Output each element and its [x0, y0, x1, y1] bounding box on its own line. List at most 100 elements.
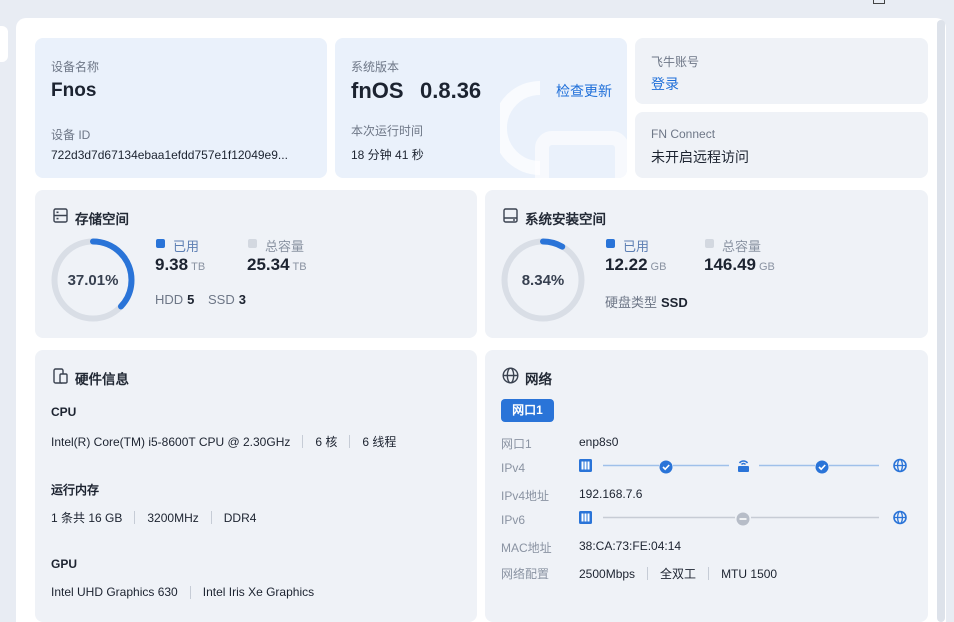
window-control-icon[interactable] [873, 0, 885, 4]
storage-total-unit: TB [292, 261, 307, 273]
uptime-value: 18 分钟 41 秒 [351, 148, 424, 162]
storage-used-unit: TB [191, 261, 206, 273]
device-card: 设备名称 Fnos 设备 ID 722d3d7d67134ebaa1efdd75… [35, 38, 327, 178]
overview-panel: 设备名称 Fnos 设备 ID 722d3d7d67134ebaa1efdd75… [16, 18, 946, 622]
divider [189, 585, 191, 599]
storage-total-value: 25.34 [247, 255, 290, 274]
os-name: fnOS [351, 78, 404, 103]
system-space-used: 12.22 GB [605, 255, 666, 275]
system-space-title: 系统安装空间 [525, 212, 606, 227]
used-legend-dot [156, 239, 165, 248]
account-card: 飞牛账号 登录 [635, 38, 928, 104]
total-legend-dot [705, 239, 714, 248]
account-label: 飞牛账号 [651, 55, 700, 69]
device-id-label: 设备 ID [51, 128, 91, 142]
divider [708, 567, 710, 580]
divider [647, 567, 649, 580]
memory-type: DDR4 [223, 510, 257, 525]
globe-icon [502, 367, 519, 384]
check-update-link[interactable]: 检查更新 [556, 81, 612, 101]
gpu-2: Intel Iris Xe Graphics [202, 585, 315, 599]
ipv6-label: IPv6 [501, 513, 526, 527]
system-space-percent: 8.34% [521, 272, 565, 289]
storage-used-value: 9.38 [155, 255, 189, 274]
system-space-total-unit: GB [759, 261, 775, 273]
fn-connect-label: FN Connect [651, 127, 716, 141]
divider [302, 435, 304, 448]
divider [210, 511, 212, 524]
check-icon [659, 460, 673, 474]
storage-card[interactable]: 存储空间 37.01% 已用 9.38 TB 总容量 25.34 TB HDD 5 S… [35, 190, 477, 338]
login-link[interactable]: 登录 [651, 74, 679, 94]
cpu-cores: 6 核 [315, 435, 338, 449]
disk-type-label: 硬盘类型 [605, 295, 658, 310]
hdd-count: HDD 5 [155, 292, 194, 307]
internet-globe-icon [893, 510, 907, 525]
used-legend-label: 已用 [173, 239, 200, 254]
hdd-label: HDD [155, 292, 184, 307]
storage-percent: 37.01% [67, 272, 119, 289]
used-legend-dot [606, 239, 615, 248]
memory-size: 1 条共 16 GB [51, 511, 123, 525]
mac-label: MAC地址 [501, 541, 552, 555]
cpu-threads: 6 线程 [362, 435, 397, 449]
divider [134, 511, 136, 524]
storage-icon [53, 208, 68, 223]
mac-address: 38:CA:73:FE:04:14 [579, 539, 682, 553]
ipv4-address: 192.168.7.6 [579, 487, 643, 501]
memory-label: 运行内存 [51, 483, 100, 497]
tab-port-1[interactable]: 网口1 [501, 399, 554, 422]
mtu: MTU 1500 [721, 566, 778, 581]
fn-connect-status: 未开启远程访问 [651, 149, 749, 165]
cpu-model: Intel(R) Core(TM) i5-8600T CPU @ 2.30GHz [51, 434, 291, 449]
hard-drive-icon [503, 208, 518, 223]
used-legend-label: 已用 [623, 239, 650, 254]
system-space-card[interactable]: 系统安装空间 8.34% 已用 12.22 GB 总容量 146.49 GB 硬盘类… [485, 190, 928, 338]
total-legend-label: 总容量 [265, 239, 305, 254]
port-label: 网口1 [501, 437, 532, 451]
device-id: 722d3d7d67134ebaa1efdd757e1f12049e9... [51, 148, 288, 162]
divider [349, 435, 351, 448]
storage-used: 9.38 TB [155, 255, 205, 275]
router-icon [738, 460, 749, 472]
gpu-label: GPU [51, 557, 78, 571]
cpu-info: Intel(R) Core(TM) i5-8600T CPU @ 2.30GHz… [51, 433, 396, 450]
sidebar-edge [0, 26, 8, 62]
gpu-1: Intel UHD Graphics 630 [51, 585, 178, 599]
network-config: 2500Mbps 全双工 MTU 1500 [579, 565, 777, 582]
ipv4-label: IPv4 [501, 461, 526, 475]
memory-info: 1 条共 16 GB 3200MHz DDR4 [51, 509, 256, 526]
ssd-count: SSD 3 [208, 292, 246, 307]
fn-connect-card: FN Connect 未开启远程访问 [635, 112, 928, 178]
hardware-card[interactable]: 硬件信息 CPU Intel(R) Core(TM) i5-8600T CPU … [35, 350, 477, 622]
ssd-label: SSD [208, 292, 235, 307]
system-version-card: 系统版本 fnOS 0.8.36 检查更新 本次运行时间 18 分钟 41 秒 [335, 38, 627, 178]
duplex-mode: 全双工 [660, 567, 697, 581]
ipv4-connection-diagram [579, 458, 907, 474]
storage-title: 存储空间 [75, 212, 129, 227]
system-space-used-value: 12.22 [605, 255, 648, 274]
device-name-label: 设备名称 [51, 60, 100, 74]
network-config-label: 网络配置 [501, 567, 550, 581]
system-version-label: 系统版本 [351, 60, 400, 74]
network-card[interactable]: 网络 网口1 网口1 enp8s0 IPv4 IPv4地址 192.168.7.… [485, 350, 928, 622]
total-legend-dot [248, 239, 257, 248]
ipv4-address-label: IPv4地址 [501, 489, 550, 503]
os-version: 0.8.36 [420, 78, 482, 103]
hdd-count-value: 5 [187, 292, 195, 307]
scrollbar[interactable] [937, 20, 945, 622]
top-strip [0, 0, 954, 18]
disk-type-value: SSD [661, 295, 688, 310]
uptime-label: 本次运行时间 [351, 124, 424, 138]
nas-device-icon [579, 511, 592, 524]
memory-speed: 3200MHz [147, 510, 199, 525]
gpu-info: Intel UHD Graphics 630 Intel Iris Xe Gra… [51, 585, 314, 599]
disconnected-icon [736, 512, 750, 526]
check-icon [815, 460, 829, 474]
hardware-icon [53, 368, 68, 384]
disk-type: 硬盘类型 SSD [605, 292, 688, 311]
total-legend-label: 总容量 [722, 239, 762, 254]
link-speed: 2500Mbps [579, 566, 636, 581]
ssd-count-value: 3 [238, 292, 246, 307]
internet-globe-icon [893, 458, 907, 473]
